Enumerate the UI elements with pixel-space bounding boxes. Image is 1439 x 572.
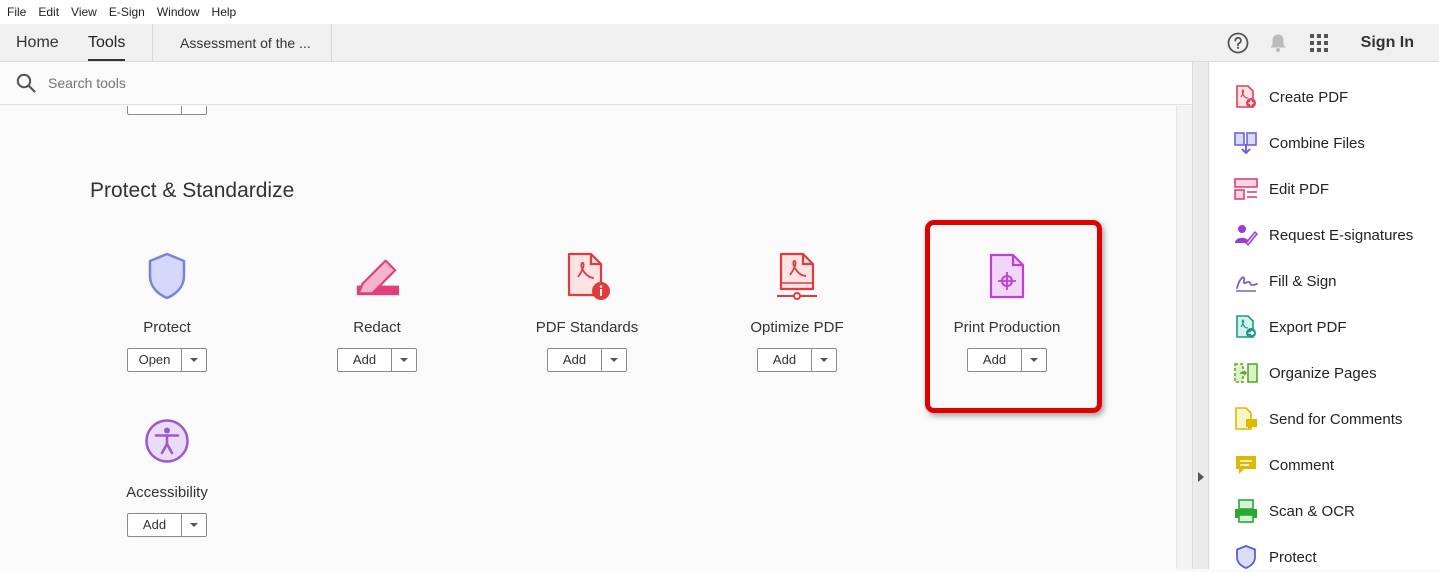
rp-fill-sign[interactable]: Fill & Sign <box>1234 266 1337 296</box>
highlight-box <box>925 220 1102 413</box>
rp-label: Comment <box>1269 456 1335 474</box>
menu-edit[interactable]: Edit <box>38 5 59 19</box>
right-pane: Create PDF Combine Files Edit PDF Reques… <box>1210 62 1439 569</box>
partial-dropdown[interactable] <box>182 106 206 114</box>
tool-label: Protect <box>143 319 191 336</box>
tab-home[interactable]: Home <box>16 24 59 61</box>
add-button-label: Add <box>758 349 812 371</box>
partial-add-button[interactable]: Add <box>127 106 207 115</box>
tool-pdf-standards[interactable]: PDF Standards Add <box>487 252 687 372</box>
rp-label: Combine Files <box>1269 134 1365 152</box>
tool-label: PDF Standards <box>535 319 639 336</box>
comment-icon <box>1234 453 1258 477</box>
rp-comment[interactable]: Comment <box>1234 450 1334 480</box>
search-icon <box>16 73 36 93</box>
tool-label: Accessibility <box>126 484 208 501</box>
chevron-down-icon[interactable] <box>602 349 626 371</box>
help-icon[interactable] <box>1227 32 1249 54</box>
rp-create-pdf[interactable]: Create PDF <box>1234 82 1348 112</box>
combine-files-icon <box>1234 131 1258 155</box>
rp-label: Fill & Sign <box>1269 272 1337 290</box>
menu-bar: File Edit View E-Sign Window Help <box>0 0 1439 24</box>
partial-add-label: Add <box>128 106 182 114</box>
search-bar <box>0 62 1192 105</box>
request-esignatures-icon <box>1234 223 1258 247</box>
apps-grid-icon[interactable] <box>1309 33 1329 53</box>
rp-request-esignatures[interactable]: Request E-signatures <box>1234 220 1413 250</box>
rp-label: Protect <box>1269 548 1317 566</box>
send-for-comments-icon <box>1234 407 1258 431</box>
menu-view[interactable]: View <box>71 5 97 19</box>
tool-redact[interactable]: Redact Add <box>277 252 477 372</box>
tool-optimize-pdf[interactable]: Optimize PDF Add <box>697 252 897 372</box>
chevron-down-icon[interactable] <box>392 349 416 371</box>
add-button[interactable]: Add <box>757 348 837 372</box>
tools-center: Add Protect & Standardize Protect Open R… <box>0 106 1176 569</box>
rp-export-pdf[interactable]: Export PDF <box>1234 312 1347 342</box>
chevron-down-icon[interactable] <box>182 514 206 536</box>
rp-label: Create PDF <box>1269 88 1349 106</box>
rp-edit-pdf[interactable]: Edit PDF <box>1234 174 1329 204</box>
create-pdf-icon <box>1234 85 1258 109</box>
section-title: Protect & Standardize <box>90 179 295 202</box>
menu-esign[interactable]: E-Sign <box>109 5 145 19</box>
tab-bar: Home Tools Assessment of the ... Sign In <box>0 24 1439 62</box>
rp-label: Scan & OCR <box>1269 502 1355 520</box>
tool-label: Redact <box>353 319 401 336</box>
tool-protect[interactable]: Protect Open <box>67 252 267 372</box>
optimize-pdf-icon <box>773 252 821 300</box>
rp-send-for-comments[interactable]: Send for Comments <box>1234 404 1402 434</box>
open-button-label: Open <box>128 349 182 371</box>
rp-combine-files[interactable]: Combine Files <box>1234 128 1365 158</box>
rp-label: Export PDF <box>1269 318 1347 336</box>
shield-icon <box>143 252 191 300</box>
tab-tools[interactable]: Tools <box>88 24 126 61</box>
rp-protect[interactable]: Protect <box>1234 542 1317 572</box>
scan-ocr-icon <box>1234 499 1258 523</box>
header-actions: Sign In <box>1227 24 1439 61</box>
rp-label: Request E-signatures <box>1269 226 1414 244</box>
open-button[interactable]: Open <box>127 348 207 372</box>
rp-label: Organize Pages <box>1269 364 1377 382</box>
organize-pages-icon <box>1234 361 1258 385</box>
scrollbar[interactable] <box>1176 106 1192 569</box>
rp-label: Edit PDF <box>1269 180 1330 198</box>
bell-icon[interactable] <box>1269 33 1287 53</box>
add-button[interactable]: Add <box>337 348 417 372</box>
add-button[interactable]: Add <box>127 513 207 537</box>
rp-label: Send for Comments <box>1269 410 1403 428</box>
export-pdf-icon <box>1234 315 1258 339</box>
menu-window[interactable]: Window <box>157 5 200 19</box>
expand-arrow-icon[interactable] <box>1198 472 1204 482</box>
edit-pdf-icon <box>1234 177 1258 201</box>
pdf-standards-icon <box>563 252 611 300</box>
search-input[interactable] <box>48 75 448 91</box>
accessibility-icon <box>143 417 191 465</box>
chevron-down-icon[interactable] <box>182 349 206 371</box>
add-button-label: Add <box>128 514 182 536</box>
protect-icon <box>1234 545 1258 569</box>
rp-scan-ocr[interactable]: Scan & OCR <box>1234 496 1355 526</box>
tool-accessibility[interactable]: Accessibility Add <box>67 417 267 537</box>
chevron-down-icon[interactable] <box>812 349 836 371</box>
right-pane-collapse[interactable] <box>1192 62 1209 569</box>
menu-help[interactable]: Help <box>212 5 237 19</box>
redact-marker-icon <box>353 252 401 300</box>
tab-document[interactable]: Assessment of the ... <box>152 24 332 61</box>
menu-file[interactable]: File <box>7 5 26 19</box>
sign-in-button[interactable]: Sign In <box>1361 34 1414 52</box>
add-button-label: Add <box>338 349 392 371</box>
tool-label: Optimize PDF <box>750 319 844 336</box>
fill-sign-icon <box>1234 269 1258 293</box>
rp-organize-pages[interactable]: Organize Pages <box>1234 358 1377 388</box>
add-button[interactable]: Add <box>547 348 627 372</box>
add-button-label: Add <box>548 349 602 371</box>
